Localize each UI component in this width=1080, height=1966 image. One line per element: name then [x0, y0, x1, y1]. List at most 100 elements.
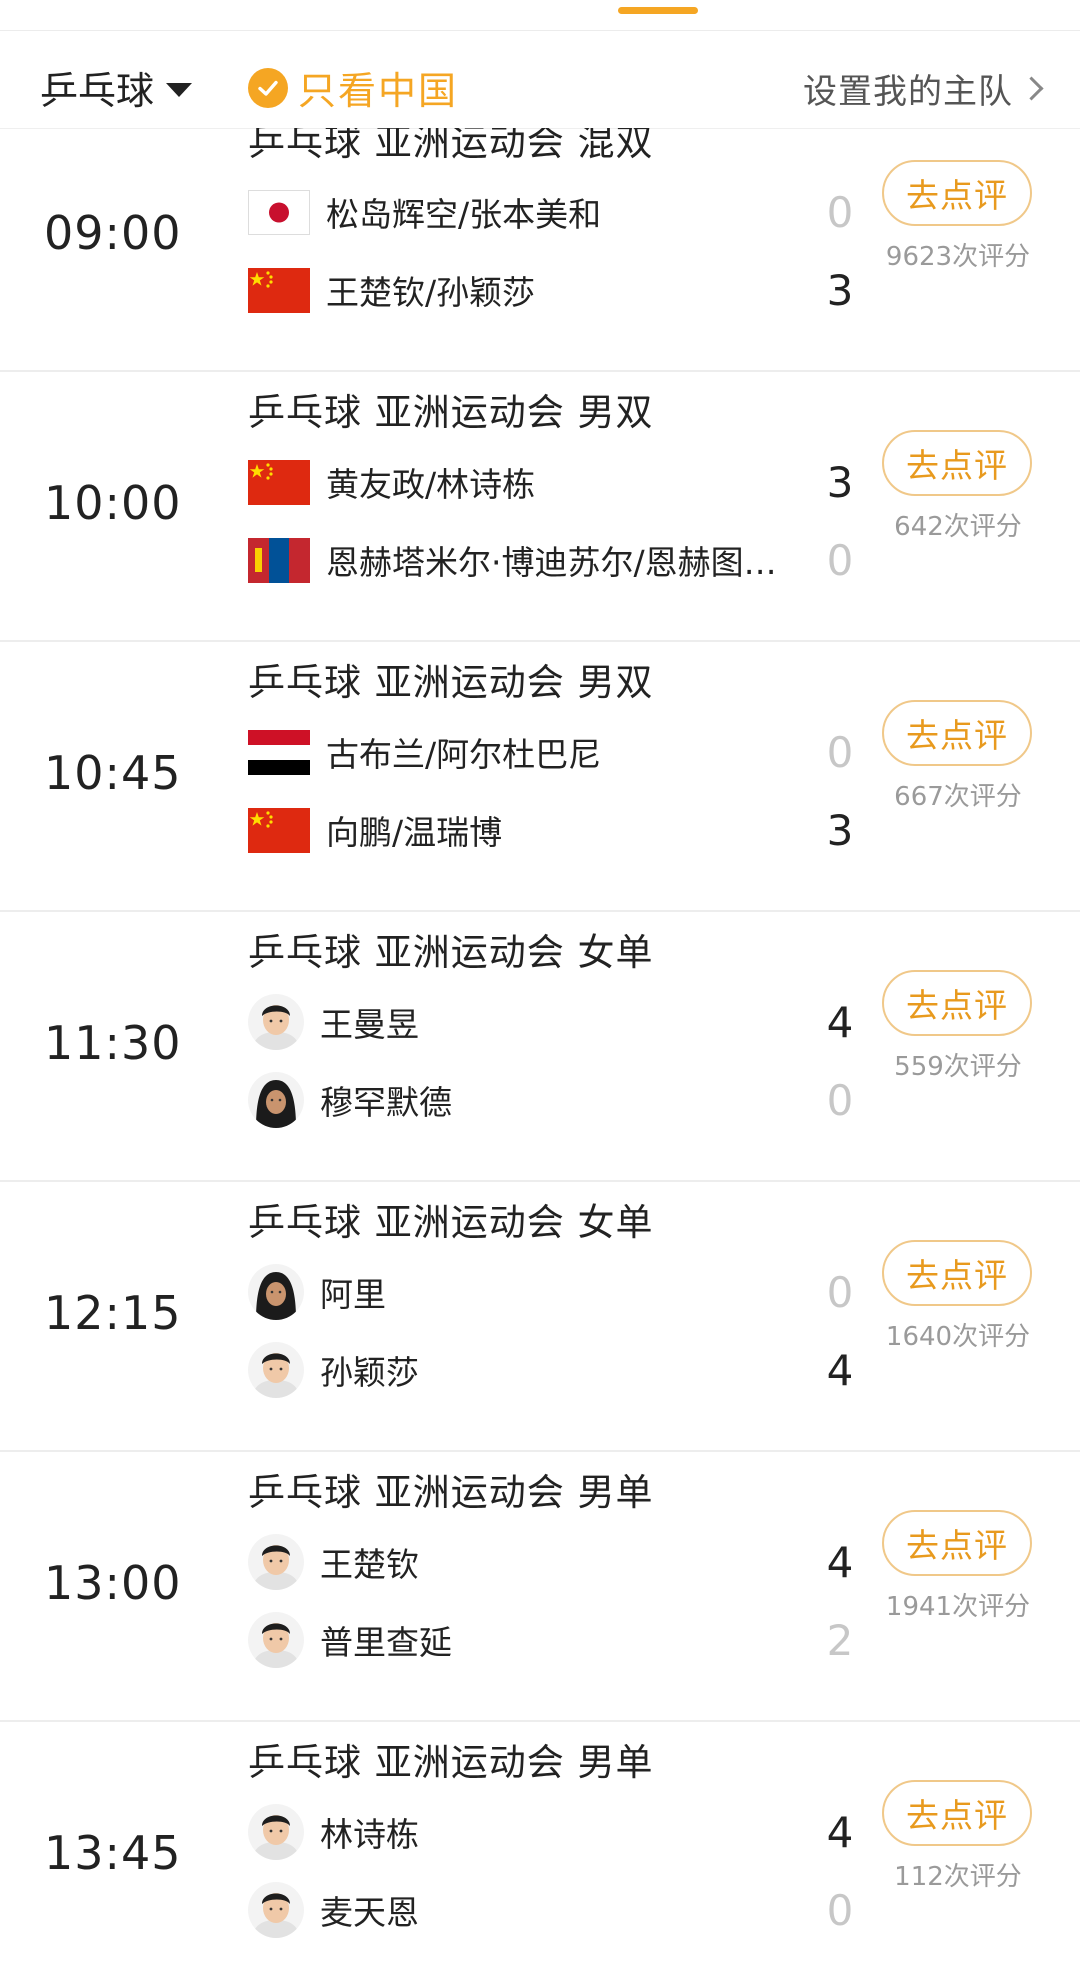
- match-time: 10:45: [44, 746, 182, 800]
- top-divider: [0, 30, 1080, 31]
- match-row[interactable]: 13:45 乒乓球 亚洲运动会 男单林诗栋麦天恩 4 0 去点评 112次评分: [0, 1722, 1080, 1966]
- team-b-name: 普里查延: [320, 1623, 452, 1662]
- caret-down-icon: [166, 82, 193, 97]
- team-b-score: 2: [826, 1616, 854, 1665]
- filter-header: 乒乓球 只看中国 设置我的主队: [0, 48, 1080, 128]
- match-row[interactable]: 09:00 乒乓球 亚洲运动会 混双松岛辉空/张本美和 王楚钦/孙颖莎 0 3 去点评 96…: [0, 128, 1080, 372]
- team-b: 恩赫塔米尔·博迪苏尔/恩赫图…: [248, 532, 777, 588]
- rating-count: 9623次评分: [885, 242, 1031, 272]
- match-time: 13:45: [44, 1826, 182, 1880]
- event-title: 乒乓球 亚洲运动会 混双: [248, 128, 654, 164]
- match-time: 12:15: [44, 1286, 182, 1340]
- team-a-score: 3: [826, 458, 854, 507]
- team-b-score: 0: [826, 1886, 854, 1935]
- player-avatar-icon: [248, 994, 304, 1050]
- player-avatar-icon: [248, 1534, 304, 1590]
- team-b: 普里查延: [248, 1612, 452, 1668]
- match-row[interactable]: 13:00 乒乓球 亚洲运动会 男单 王楚钦 普里查延 4 2 去点评 1941次评分: [0, 1452, 1080, 1722]
- rating-count: 667次评分: [894, 782, 1022, 812]
- team-a-score: 0: [826, 1268, 854, 1317]
- team-a-score: 4: [826, 1808, 854, 1857]
- china-flag-icon: [248, 807, 310, 853]
- set-home-team-label: 设置我的主队: [803, 72, 1013, 112]
- japan-flag-icon: [248, 189, 310, 235]
- team-b-score: 0: [826, 536, 854, 585]
- event-title: 乒乓球 亚洲运动会 女单: [248, 1201, 654, 1244]
- team-b-name: 麦天恩: [320, 1893, 419, 1932]
- team-a-name: 古布兰/阿尔杜巴尼: [326, 735, 602, 774]
- match-row[interactable]: 10:45 乒乓球 亚洲运动会 男双古布兰/阿尔杜巴尼 向鹏/温瑞博 0 3 去点评 667…: [0, 642, 1080, 912]
- check-circle-icon: [248, 67, 288, 108]
- team-b-name: 王楚钦/孙颖莎: [326, 273, 536, 312]
- review-button[interactable]: 去点评: [882, 1780, 1032, 1846]
- team-a: 阿里: [248, 1264, 386, 1320]
- china-flag-icon: [248, 267, 310, 313]
- review-button[interactable]: 去点评: [882, 160, 1032, 226]
- match-time: 11:30: [44, 1016, 182, 1070]
- sport-dropdown[interactable]: 乒乓球: [40, 60, 193, 115]
- team-a-score: 0: [826, 188, 854, 237]
- rating-count: 642次评分: [894, 512, 1022, 542]
- team-a: 林诗栋: [248, 1804, 419, 1860]
- team-a-name: 松岛辉空/张本美和: [326, 195, 602, 234]
- event-title: 乒乓球 亚洲运动会 男单: [248, 1471, 654, 1514]
- team-a: 王曼昱: [248, 994, 419, 1050]
- match-row[interactable]: 10:00 乒乓球 亚洲运动会 男双黄友政/林诗栋恩赫塔米尔·博迪苏尔/恩赫图… 3…: [0, 372, 1080, 642]
- team-a-score: 4: [826, 1538, 854, 1587]
- china-only-label: 只看中国: [298, 69, 459, 113]
- team-b: 麦天恩: [248, 1882, 419, 1938]
- review-button[interactable]: 去点评: [882, 430, 1032, 496]
- rating-count: 1941次评分: [885, 1592, 1031, 1622]
- rating-count: 1640次评分: [885, 1322, 1031, 1352]
- yemen-flag-icon: [248, 729, 310, 775]
- active-tab-indicator: [618, 7, 698, 14]
- match-row[interactable]: 12:15 乒乓球 亚洲运动会 女单阿里孙颖莎 0 4 去点评 1640次评分: [0, 1182, 1080, 1452]
- team-b-score: 4: [826, 1346, 854, 1395]
- review-button[interactable]: 去点评: [882, 700, 1032, 766]
- player-avatar-icon: [248, 1882, 304, 1938]
- team-b: 穆罕默德: [248, 1072, 452, 1128]
- player-avatar-hijab-icon: [248, 1264, 304, 1320]
- team-a-name: 黄友政/林诗栋: [326, 465, 536, 504]
- player-avatar-icon: [248, 1342, 304, 1398]
- event-title: 乒乓球 亚洲运动会 男双: [248, 661, 654, 704]
- set-home-team-link[interactable]: 设置我的主队: [803, 64, 1044, 113]
- team-b-name: 向鹏/温瑞博: [326, 813, 503, 852]
- team-a-name: 王楚钦: [320, 1545, 419, 1584]
- team-a-score: 4: [826, 998, 854, 1047]
- review-button[interactable]: 去点评: [882, 1240, 1032, 1306]
- team-b-name: 孙颖莎: [320, 1353, 419, 1392]
- team-a: 松岛辉空/张本美和: [248, 184, 601, 240]
- team-b-score: 0: [826, 1076, 854, 1125]
- player-avatar-hijab-icon: [248, 1072, 304, 1128]
- match-row[interactable]: 11:30 乒乓球 亚洲运动会 女单王曼昱穆罕默德 4 0 去点评 559次评分: [0, 912, 1080, 1182]
- team-b-score: 3: [826, 266, 854, 315]
- match-list: 09:00 乒乓球 亚洲运动会 混双松岛辉空/张本美和 王楚钦/孙颖莎 0 3 去点评 96…: [0, 128, 1080, 1966]
- team-a-score: 0: [826, 728, 854, 777]
- team-b: 向鹏/温瑞博: [248, 802, 502, 858]
- event-title: 乒乓球 亚洲运动会 男双: [248, 391, 654, 434]
- rating-count: 112次评分: [894, 1862, 1022, 1892]
- review-button[interactable]: 去点评: [882, 1510, 1032, 1576]
- team-a: 古布兰/阿尔杜巴尼: [248, 724, 601, 780]
- team-b-name: 恩赫塔米尔·博迪苏尔/恩赫图…: [326, 543, 777, 582]
- team-a-name: 阿里: [320, 1275, 386, 1314]
- team-a: 王楚钦: [248, 1534, 419, 1590]
- team-b: 王楚钦/孙颖莎: [248, 262, 535, 318]
- match-time: 09:00: [44, 206, 182, 260]
- player-avatar-icon: [248, 1804, 304, 1860]
- china-flag-icon: [248, 459, 310, 505]
- review-button[interactable]: 去点评: [882, 970, 1032, 1036]
- team-a-name: 林诗栋: [320, 1815, 419, 1854]
- rating-count: 559次评分: [894, 1052, 1022, 1082]
- event-title: 乒乓球 亚洲运动会 男单: [248, 1741, 654, 1784]
- match-time: 10:00: [44, 476, 182, 530]
- mongolia-flag-icon: [248, 537, 310, 583]
- team-a: 黄友政/林诗栋: [248, 454, 535, 510]
- team-a-name: 王曼昱: [320, 1005, 419, 1044]
- player-avatar-icon: [248, 1612, 304, 1668]
- event-title: 乒乓球 亚洲运动会 女单: [248, 931, 654, 974]
- china-only-toggle[interactable]: 只看中国: [248, 60, 458, 115]
- team-b-score: 3: [826, 806, 854, 855]
- team-b: 孙颖莎: [248, 1342, 419, 1398]
